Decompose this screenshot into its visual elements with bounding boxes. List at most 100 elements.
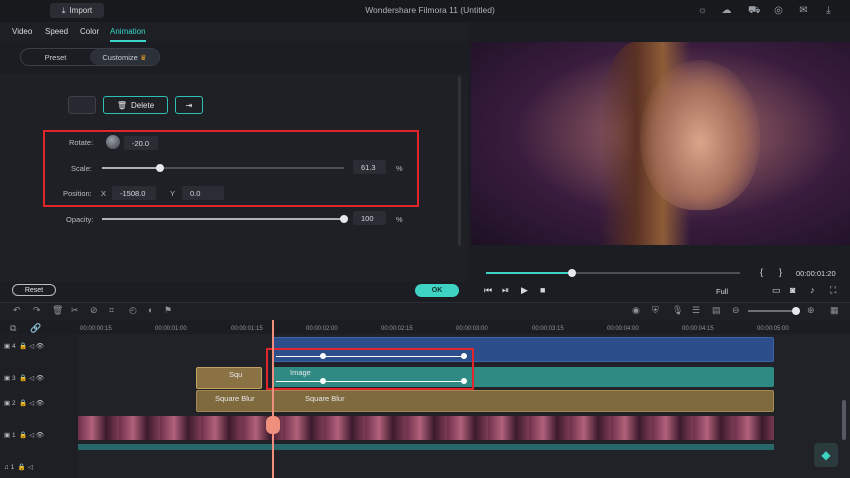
opacity-label: Opacity: [66, 215, 94, 224]
mic-icon[interactable]: 🎙 [672, 305, 683, 316]
zoom-slider[interactable] [748, 307, 800, 315]
fullscreen-icon[interactable]: ⛶ [830, 285, 836, 296]
crown-icon: ♛ [139, 52, 147, 62]
freeze-icon[interactable]: ⚑ [164, 305, 172, 316]
panel-scrollbar[interactable] [458, 76, 461, 246]
render-icon[interactable]: ◉ [632, 305, 640, 316]
prev-frame-icon[interactable]: { [760, 267, 763, 277]
rotate-dial[interactable] [106, 135, 120, 149]
clip-blur-label: Square Blur [215, 394, 255, 403]
track-header-2[interactable]: ▣ 2 🔒 ◁ 👁 [4, 399, 44, 407]
audio-clip[interactable] [78, 444, 774, 450]
ruler-tick: 00:00:05:00 [757, 326, 789, 332]
zoom-out-icon[interactable]: ⊖ [732, 305, 740, 316]
download-icon[interactable]: ⤓ [823, 5, 834, 16]
screen-icon[interactable]: ▤ [712, 305, 721, 316]
scale-slider-fill [102, 167, 161, 169]
preview-face [640, 60, 760, 210]
tab-video[interactable]: Video [12, 27, 32, 36]
cart-icon[interactable]: ⛟ [748, 5, 761, 16]
ruler-tick: 00:00:01:00 [155, 326, 187, 332]
redo-icon[interactable]: ↷ [33, 305, 41, 316]
window-title: Wondershare Filmora 11 (Untitled) [365, 5, 495, 15]
prev-keyframe-button[interactable] [68, 96, 96, 114]
scale-slider[interactable] [102, 164, 344, 172]
playhead[interactable] [272, 320, 274, 478]
add-track-icon[interactable]: ⧉ [10, 323, 16, 334]
tab-color[interactable]: Color [80, 27, 99, 36]
customize-tab[interactable]: Customize ♛ [90, 49, 159, 65]
position-y-input[interactable]: 0.0 [182, 186, 224, 200]
preset-customize-toggle: Preset Customize ♛ [20, 48, 160, 66]
grid-icon[interactable]: ▦ [830, 305, 839, 316]
cut-icon[interactable]: ✂ [71, 305, 79, 316]
ruler-tick: 00:00:04:00 [607, 326, 639, 332]
cloud-icon[interactable]: ☁ [721, 5, 732, 16]
stop-icon[interactable]: ■ [540, 285, 545, 295]
ruler-tick: 00:00:03:00 [456, 326, 488, 332]
property-tabs [0, 22, 468, 42]
skip-next-icon: ⇥ [185, 100, 193, 110]
mail-icon[interactable]: ✉ [798, 5, 809, 16]
track-header-1[interactable]: ▣ 1 🔒 ◁ 👁 [4, 431, 44, 439]
monitor-icon[interactable]: ▭ [772, 285, 781, 296]
speed-icon[interactable]: ◴ [129, 305, 137, 316]
filmora-badge-icon: ◆ [814, 443, 838, 467]
disable-icon[interactable]: ⊘ [90, 305, 98, 316]
import-button[interactable]: ⤓ Import [50, 3, 104, 18]
timeline-scrollbar[interactable] [842, 400, 846, 440]
snapshot-icon[interactable]: ◙ [790, 285, 795, 295]
scale-input[interactable]: 61.3 [353, 160, 386, 174]
play-pause-icon[interactable]: ⏯ [502, 285, 509, 296]
video-clip-strip[interactable] [78, 416, 774, 440]
playback-scrubber[interactable] [486, 269, 740, 277]
quality-select[interactable]: Full [716, 287, 728, 296]
opacity-unit: % [396, 215, 403, 224]
link-icon[interactable]: 🔗 [30, 323, 41, 334]
next-frame-icon[interactable]: } [779, 267, 782, 277]
undo-icon[interactable]: ↶ [13, 305, 21, 316]
track-header-4[interactable]: ▣ 4 🔒 ◁ 👁 [4, 342, 44, 350]
delete-icon[interactable]: 🗑 [52, 305, 63, 316]
tab-animation[interactable]: Animation [110, 27, 146, 42]
position-x-input[interactable]: -1508.0 [112, 186, 156, 200]
clip-squ[interactable]: Squ [196, 367, 262, 389]
shield-icon[interactable]: ⛨ [652, 305, 659, 316]
audio-track-header-1[interactable]: ♫ 1 🔒 ◁ [4, 463, 33, 471]
timeline-highlight-box [266, 348, 474, 390]
headset-icon[interactable]: ◎ [773, 5, 784, 16]
playhead-handle[interactable] [266, 416, 280, 434]
crop-icon[interactable]: ⌗ [109, 305, 114, 316]
rotate-label: Rotate: [69, 138, 94, 147]
tab-speed[interactable]: Speed [45, 27, 68, 36]
delete-keyframe-button[interactable]: 🗑 Delete [103, 96, 168, 114]
ruler-tick: 00:00:01:15 [231, 326, 263, 332]
ruler-tick: 00:00:02:15 [381, 326, 413, 332]
opacity-slider[interactable] [102, 215, 348, 223]
position-x-label: X [101, 189, 107, 198]
rotate-input[interactable]: -20.0 [124, 136, 158, 150]
zoom-in-icon[interactable]: ⊕ [807, 305, 815, 316]
trash-icon: 🗑 [116, 100, 128, 110]
scale-unit: % [396, 164, 403, 173]
volume-icon[interactable]: ♪ [810, 285, 815, 295]
timeline-toolbar [0, 302, 850, 320]
scale-label: Scale: [71, 164, 92, 173]
bulb-icon[interactable]: ☼ [697, 5, 708, 16]
color-icon[interactable]: ◐ [148, 305, 153, 315]
next-keyframe-button[interactable]: ⇥ [175, 96, 203, 114]
position-label: Position: [63, 189, 92, 198]
clip-square-blur[interactable]: Square Blur Square Blur [196, 390, 774, 412]
zoom-knob[interactable] [792, 307, 800, 315]
opacity-slider-knob[interactable] [340, 215, 348, 223]
track-header-3[interactable]: ▣ 3 🔒 ◁ 👁 [4, 374, 44, 382]
reset-button[interactable]: Reset [12, 284, 56, 296]
opacity-input[interactable]: 100 [353, 211, 386, 225]
ok-button[interactable]: OK [415, 284, 459, 297]
step-back-icon[interactable]: ⏮ [484, 285, 492, 296]
clip-blur-label-2: Square Blur [305, 394, 345, 403]
list-icon[interactable]: ☰ [692, 305, 700, 316]
preset-tab[interactable]: Preset [21, 49, 90, 65]
play-icon[interactable]: ▶ [521, 285, 528, 296]
ruler-tick: 00:00:03:15 [532, 326, 564, 332]
